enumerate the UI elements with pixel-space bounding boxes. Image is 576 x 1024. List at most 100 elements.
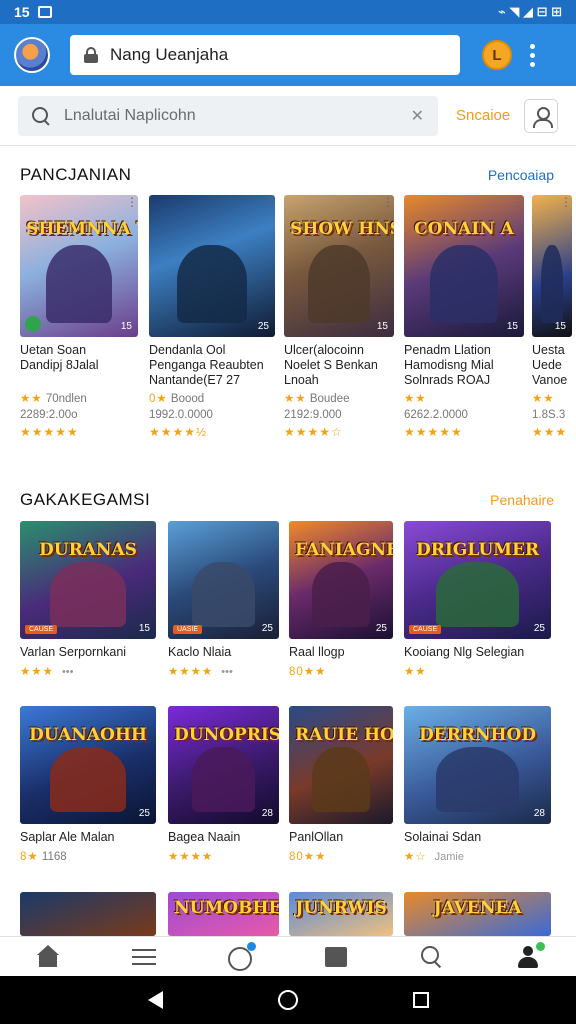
game-thumbnail[interactable]: JAVENEA bbox=[404, 892, 551, 936]
game-thumbnail[interactable]: DUANAOHH 25 bbox=[20, 706, 156, 824]
menu-icon[interactable] bbox=[132, 945, 156, 969]
game-card[interactable]: JUNRWIS bbox=[289, 892, 393, 936]
more-options-icon[interactable]: ⋮ bbox=[560, 195, 572, 209]
game-title[interactable]: Raal llogp bbox=[289, 645, 393, 660]
game-thumbnail[interactable]: DRIGLUMER CAUSE 25 bbox=[404, 521, 551, 639]
game-thumbnail[interactable]: UASIE 25 bbox=[168, 521, 279, 639]
tag-badge: CAUSE bbox=[25, 625, 58, 634]
address-text: Nang Ueanjaha bbox=[110, 45, 229, 64]
game-title[interactable]: Saplar Ale Malan bbox=[20, 830, 156, 845]
more-options-icon[interactable]: ⋮ bbox=[512, 195, 524, 209]
game-thumbnail[interactable]: DURANAS CAUSE 15 bbox=[20, 521, 156, 639]
library-icon[interactable] bbox=[324, 945, 348, 969]
profile-icon[interactable] bbox=[524, 98, 558, 133]
star-rating: ★★★ bbox=[532, 425, 568, 439]
game-thumbnail[interactable]: CONAIN A 15 bbox=[404, 195, 524, 337]
artwork-title: JUNRWIS bbox=[295, 897, 387, 918]
game-card[interactable]: NUMOBHE bbox=[168, 892, 279, 936]
search-icon bbox=[32, 106, 50, 125]
back-icon[interactable] bbox=[147, 991, 163, 1009]
more-options-icon[interactable]: ⋮ bbox=[382, 195, 394, 209]
see-more-link[interactable]: Pencoaiap bbox=[488, 167, 554, 183]
bottom-navigation bbox=[0, 936, 576, 976]
account-icon[interactable] bbox=[516, 941, 545, 969]
game-card[interactable]: SHEMNNA TIENAK 15 Uetan Soan Dandipj 8Jala… bbox=[20, 195, 138, 439]
game-thumbnail[interactable]: SHEMNNA TIENAK 15 bbox=[20, 195, 138, 337]
home-button-icon[interactable] bbox=[277, 990, 298, 1010]
games-row-1: DURANAS CAUSE 15 Varlan Serpornkani ★★★ ••• UA… bbox=[20, 521, 576, 681]
game-thumbnail[interactable]: RAUIE HOBB bbox=[289, 706, 393, 824]
game-title[interactable]: Ulcer(alocoinn Noelet S Benkan Lnoah bbox=[284, 343, 394, 387]
hero-artwork bbox=[311, 562, 371, 628]
game-card[interactable]: DUANAOHH 25 Saplar Ale Malan 8★ 1168 bbox=[20, 706, 156, 863]
game-title[interactable]: Bagea Naain bbox=[168, 830, 279, 845]
tag-badge: CAUSE bbox=[409, 625, 442, 634]
artwork-title: DUANAOHH bbox=[29, 725, 147, 746]
coin-icon[interactable]: L bbox=[482, 40, 512, 70]
game-title[interactable]: Varlan Serpornkani bbox=[20, 645, 156, 660]
more-options-icon[interactable]: ⋮ bbox=[263, 195, 275, 209]
game-thumbnail[interactable]: 15 bbox=[532, 195, 572, 337]
game-thumbnail[interactable]: SHOW HNSHI 15 bbox=[284, 195, 394, 337]
game-title[interactable]: PanlOllan bbox=[289, 830, 393, 845]
game-card[interactable]: 25 Dendanla Ool Penganga Reaubten Nantand… bbox=[149, 195, 275, 439]
more-indicator: ••• bbox=[221, 666, 233, 678]
tag-badge: UASIE bbox=[173, 625, 203, 634]
game-thumbnail[interactable]: NUMOBHE bbox=[168, 892, 279, 936]
game-card[interactable]: RAUIE HOBB PanlOllan 80★★ bbox=[289, 706, 393, 863]
artwork-title: FANIAGNE GHERBHNO bbox=[295, 540, 393, 561]
section-title: GAKAKEGAMSI bbox=[20, 490, 151, 509]
artwork-title: SHOW HNSHI bbox=[290, 218, 394, 239]
search-nav-icon[interactable] bbox=[420, 945, 444, 969]
game-card[interactable] bbox=[20, 892, 156, 936]
game-card[interactable]: SHOW HNSHI 15 Ulcer(alocoinn Noelet S Benk… bbox=[284, 195, 394, 439]
game-meta: ★★ bbox=[532, 391, 572, 405]
hero-artwork bbox=[192, 747, 255, 813]
meta-stars: ★★★ bbox=[20, 666, 54, 678]
game-card[interactable]: DURANAS CAUSE 15 Varlan Serpornkani ★★★ ••• bbox=[20, 521, 156, 678]
artwork-title: DERRNHOD bbox=[418, 725, 537, 746]
game-card[interactable]: CONAIN A 15 Penadm Llation Hamodisng Mial … bbox=[404, 195, 524, 439]
game-card[interactable]: 15 Uesta Uede Vanoe ⋮ ★★ 1.8S.3 ★★★ bbox=[532, 195, 572, 439]
game-card[interactable]: DERRNHOD 28 Solainai Sdan ★☆ Jamie bbox=[404, 706, 551, 863]
game-thumbnail[interactable]: DUNOPRIS 28 bbox=[168, 706, 279, 824]
artwork-title: DUNOPRIS bbox=[174, 725, 279, 746]
see-more-link[interactable]: Penahaire bbox=[490, 492, 554, 508]
game-thumbnail[interactable] bbox=[20, 892, 156, 936]
overflow-menu-icon[interactable] bbox=[530, 43, 535, 67]
game-thumbnail[interactable]: DERRNHOD 28 bbox=[404, 706, 551, 824]
chat-icon[interactable] bbox=[228, 941, 256, 971]
home-icon[interactable] bbox=[36, 944, 60, 969]
game-title[interactable]: Dendanla Ool Penganga Reaubten Nantande(… bbox=[149, 343, 275, 387]
avatar[interactable] bbox=[14, 37, 50, 73]
meta-stars: ★★ bbox=[404, 666, 427, 678]
address-bar[interactable]: Nang Ueanjaha bbox=[70, 35, 460, 75]
star-rating: ★★★★½ bbox=[149, 425, 208, 439]
search-row: Lnalutai Naplicohn ✕ Sncaioe bbox=[0, 86, 576, 146]
game-title[interactable]: Penadm Llation Hamodisng Mial Solnrads R… bbox=[404, 343, 524, 387]
recents-icon[interactable] bbox=[412, 992, 429, 1008]
game-title[interactable]: Kaclo Nlaia bbox=[168, 645, 279, 660]
game-card[interactable]: JAVENEA bbox=[404, 892, 551, 936]
game-title[interactable]: Solainai Sdan bbox=[404, 830, 551, 845]
search-action-link[interactable]: Sncaioe bbox=[456, 107, 510, 124]
notification-icon bbox=[37, 6, 52, 18]
game-card[interactable]: UASIE 25 Kaclo Nlaia ★★★★ ••• bbox=[168, 521, 279, 678]
game-card[interactable]: DUNOPRIS 28 Bagea Naain ★★★★ bbox=[168, 706, 279, 863]
search-placeholder: Lnalutai Naplicohn bbox=[64, 106, 196, 124]
hero-artwork bbox=[436, 747, 519, 813]
game-title[interactable]: Uesta Uede Vanoe bbox=[532, 343, 572, 387]
game-card[interactable]: DRIGLUMER CAUSE 25 Kooiang Nlg Selegian ★★ bbox=[404, 521, 551, 678]
rating-count: 15 bbox=[554, 321, 566, 332]
game-title[interactable]: Uetan Soan Dandipj 8Jalal bbox=[20, 343, 138, 387]
clear-icon[interactable]: ✕ bbox=[411, 106, 424, 126]
game-thumbnail[interactable]: JUNRWIS bbox=[289, 892, 393, 936]
check-badge-icon bbox=[25, 316, 41, 332]
meta-stars: ★☆ bbox=[404, 851, 427, 863]
game-title[interactable]: Kooiang Nlg Selegian bbox=[404, 645, 551, 660]
search-input[interactable]: Lnalutai Naplicohn ✕ bbox=[18, 95, 438, 136]
game-thumbnail[interactable]: 25 bbox=[149, 195, 275, 337]
more-options-icon[interactable]: ⋮ bbox=[126, 195, 138, 209]
game-thumbnail[interactable]: FANIAGNE GHERBHNO 25 bbox=[289, 521, 393, 639]
game-card[interactable]: FANIAGNE GHERBHNO 25 Raal llogp 80★★ bbox=[289, 521, 393, 678]
